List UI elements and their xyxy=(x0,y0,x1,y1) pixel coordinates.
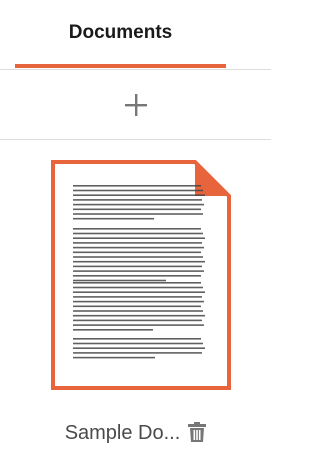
document-text-line xyxy=(73,347,205,349)
document-thumbnail[interactable] xyxy=(51,160,231,390)
document-name[interactable]: Sample Do... xyxy=(65,422,181,445)
document-text-line xyxy=(73,251,201,254)
document-text-line xyxy=(73,260,205,263)
plus-icon xyxy=(124,93,147,116)
document-text-line xyxy=(73,246,204,249)
document-text-line xyxy=(73,352,202,354)
document-page-icon xyxy=(51,160,231,390)
document-text-line xyxy=(73,300,204,303)
document-text-line xyxy=(73,296,202,298)
document-text-line xyxy=(73,237,205,239)
document-text-line xyxy=(73,314,205,317)
document-text-line xyxy=(73,203,204,206)
document-item: Sample Do... xyxy=(0,418,271,448)
document-text-line xyxy=(73,356,155,359)
document-text-line xyxy=(73,342,203,345)
document-text-line xyxy=(73,338,201,340)
add-document-button[interactable] xyxy=(0,70,271,139)
tab-documents-label: Documents xyxy=(68,22,173,43)
document-text-line xyxy=(73,189,203,192)
document-text-line xyxy=(73,217,154,220)
document-text-line xyxy=(73,199,202,201)
document-text-line xyxy=(73,194,205,196)
document-text-line xyxy=(73,256,203,258)
document-text-line xyxy=(73,282,201,284)
document-text-line xyxy=(73,324,204,326)
document-text-line xyxy=(73,185,201,187)
document-text-line xyxy=(73,232,203,235)
tab-documents[interactable]: Documents xyxy=(15,0,226,69)
document-text-line xyxy=(73,286,203,289)
trash-icon[interactable] xyxy=(188,422,207,442)
document-text-line xyxy=(73,305,201,308)
document-text-line xyxy=(73,270,204,272)
document-text-line xyxy=(73,275,201,277)
toolbar-divider xyxy=(0,139,271,140)
active-tab-indicator xyxy=(15,64,226,68)
document-text-line xyxy=(73,310,203,312)
document-text-line xyxy=(73,228,201,230)
document-text-line xyxy=(73,242,202,244)
document-text-line xyxy=(73,279,166,282)
document-text-line xyxy=(73,291,205,293)
document-text-line xyxy=(73,329,153,331)
document-text-line xyxy=(73,213,203,215)
document-text-line xyxy=(73,319,202,322)
document-text-line xyxy=(73,208,201,211)
document-text-line xyxy=(73,265,202,268)
